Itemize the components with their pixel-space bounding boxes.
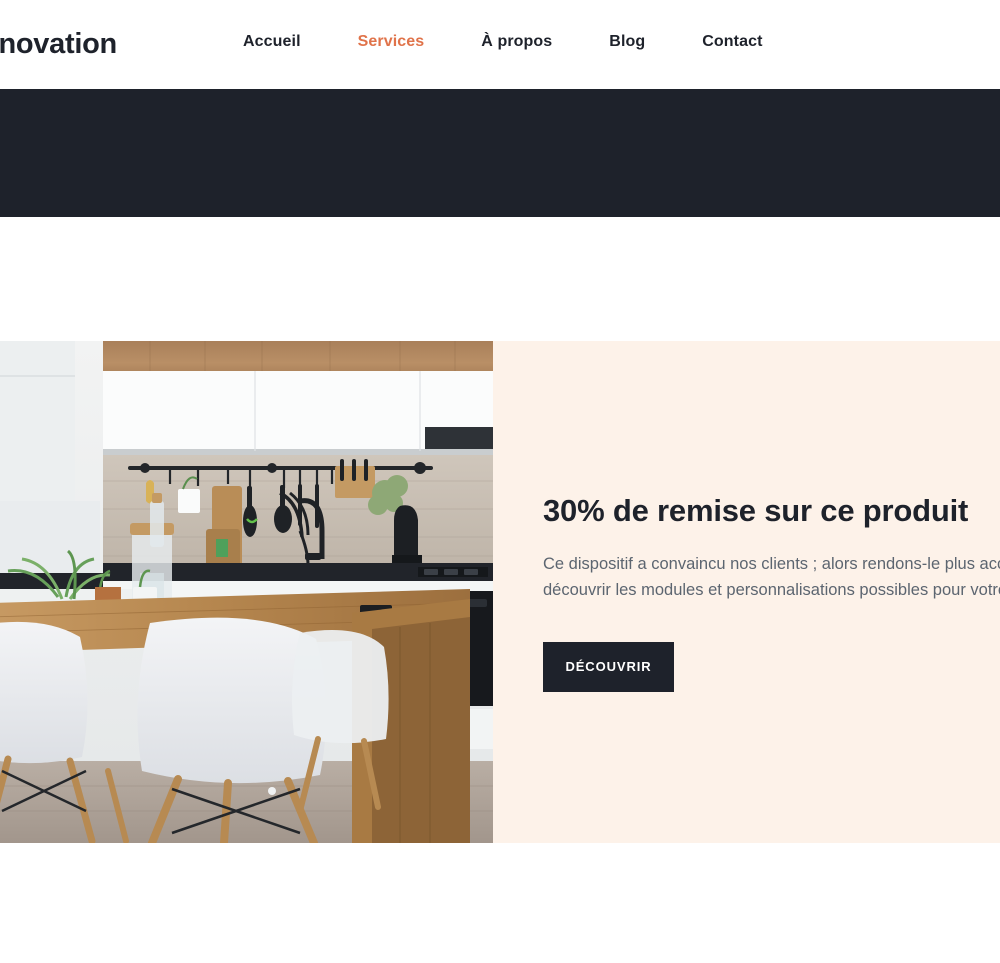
promo-description: Ce dispositif a convaincu nos clients ; …: [543, 554, 1000, 600]
promo-image: [0, 341, 493, 843]
discover-button[interactable]: DÉCOUVRIR: [543, 641, 674, 692]
promo-panel: 30% de remise sur ce produit Ce disposit…: [493, 341, 1000, 843]
nav-item-a-propos[interactable]: À propos: [481, 33, 552, 51]
nav-item-contact[interactable]: Contact: [702, 33, 762, 51]
page-root: Rénovation Accueil Services À propos Blo…: [0, 0, 1000, 963]
promo-heading: 30% de remise sur ce produit: [543, 492, 969, 528]
site-logo[interactable]: Rénovation: [0, 28, 117, 61]
nav-item-services[interactable]: Services: [358, 33, 425, 51]
promo-content: 30% de remise sur ce produit Ce disposit…: [543, 341, 1000, 843]
main-navigation: Accueil Services À propos Blog Contact: [243, 33, 763, 51]
promo-section: 30% de remise sur ce produit Ce disposit…: [0, 341, 1000, 843]
nav-item-accueil[interactable]: Accueil: [243, 33, 301, 51]
hero-band: [0, 89, 1000, 217]
site-header: Rénovation Accueil Services À propos Blo…: [0, 0, 1000, 89]
nav-item-blog[interactable]: Blog: [609, 33, 645, 51]
